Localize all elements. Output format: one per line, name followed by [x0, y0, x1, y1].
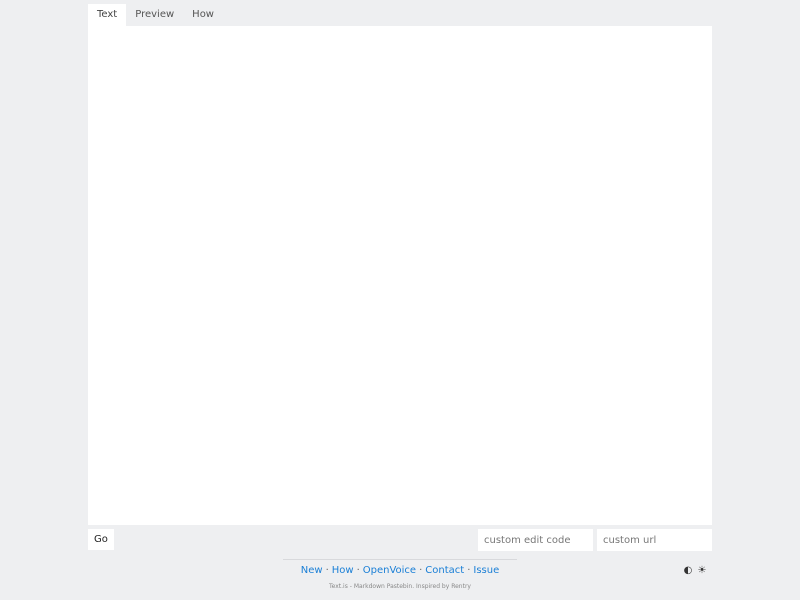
footer-separator: · [419, 565, 423, 576]
footer-separator: · [356, 565, 360, 576]
custom-url-input[interactable] [597, 529, 712, 551]
go-button[interactable]: Go [88, 529, 114, 550]
editor-container: Text Preview How Go [88, 4, 712, 551]
tab-preview[interactable]: Preview [126, 4, 183, 26]
footer-separator: · [467, 565, 471, 576]
tab-how[interactable]: How [183, 4, 223, 26]
text-editor[interactable] [88, 26, 712, 525]
footer-link-issue[interactable]: Issue [473, 565, 499, 576]
footer-note: Text.is - Markdown Pastebin. Inspired by… [329, 583, 471, 590]
footer-link-new[interactable]: New [301, 565, 323, 576]
footer-divider [283, 559, 517, 560]
action-bar: Go [88, 529, 712, 551]
sun-icon[interactable]: ☀ [696, 565, 708, 576]
footer-separator: · [325, 565, 329, 576]
tab-text[interactable]: Text [88, 4, 127, 26]
half-circle-icon[interactable]: ◐ [682, 565, 694, 576]
footer-link-openvoice[interactable]: OpenVoice [363, 565, 416, 576]
footer-link-contact[interactable]: Contact [425, 565, 464, 576]
footer-link-how[interactable]: How [332, 565, 354, 576]
theme-toggles: ◐ ☀ [680, 565, 708, 576]
edit-code-input[interactable] [478, 529, 593, 551]
tab-bar: Text Preview How [88, 4, 712, 26]
